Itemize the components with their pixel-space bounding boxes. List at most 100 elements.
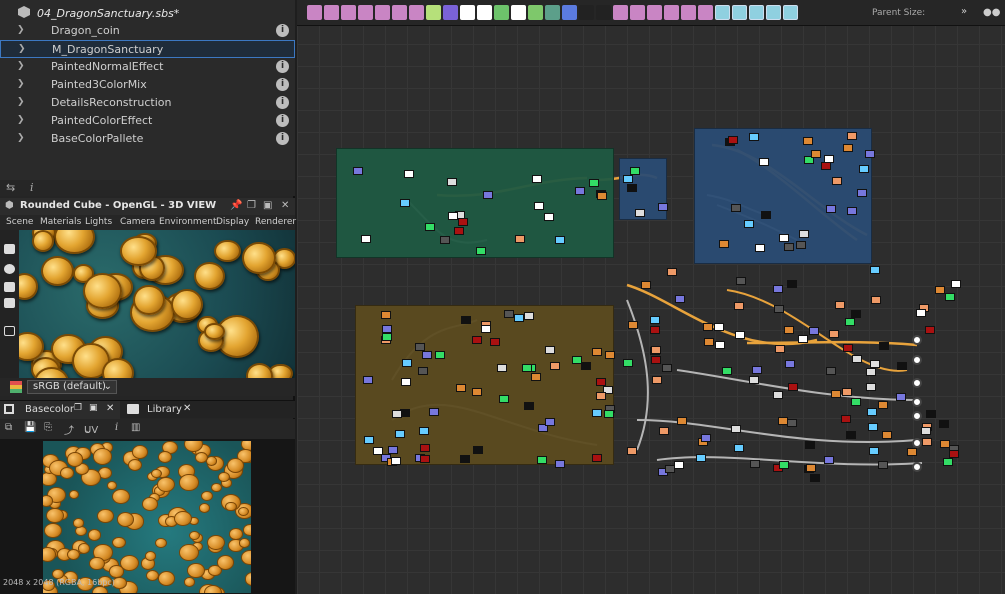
graph-node[interactable] <box>856 189 867 198</box>
graph-node[interactable] <box>920 427 931 436</box>
graph-node[interactable] <box>824 154 835 163</box>
graph-node[interactable] <box>534 202 545 211</box>
graph-node[interactable] <box>428 408 439 417</box>
graph-node[interactable] <box>530 373 541 382</box>
tree-view-icon[interactable]: ⇆ <box>6 181 15 194</box>
graph-node[interactable] <box>779 461 790 470</box>
graph-node[interactable] <box>399 198 410 207</box>
graph-node[interactable] <box>949 450 960 459</box>
graph-node[interactable] <box>481 324 492 333</box>
graph-node[interactable] <box>414 343 425 352</box>
graph-node[interactable] <box>596 392 607 401</box>
graph-node[interactable] <box>425 223 436 232</box>
graph-node[interactable] <box>749 376 760 385</box>
chevron-right-icon[interactable]: ❯ <box>17 115 25 125</box>
graph-node[interactable] <box>498 395 509 404</box>
graph-node[interactable] <box>730 203 741 212</box>
graph-node[interactable] <box>361 234 372 243</box>
graph-editor[interactable]: Parent Size: » ●● <box>297 0 1005 594</box>
graph-node[interactable] <box>783 242 794 251</box>
explorer-item-painted3colormix[interactable]: ❯ Painted3ColorMix i <box>0 76 295 94</box>
graph-node[interactable] <box>783 325 794 334</box>
graph-node[interactable] <box>754 244 765 253</box>
graph-node[interactable] <box>575 186 586 195</box>
explorer-item-dragon-coin[interactable]: ❯ Dragon_coin i <box>0 22 295 40</box>
graph-node[interactable] <box>897 362 908 371</box>
graph-node[interactable] <box>651 376 662 385</box>
graph-node[interactable] <box>939 439 950 448</box>
toolbar-gradient-map-icon[interactable] <box>647 5 662 20</box>
info-icon[interactable]: i <box>276 96 289 109</box>
graph-node[interactable] <box>700 433 711 442</box>
graph-node[interactable] <box>825 367 836 376</box>
graph-node[interactable] <box>878 400 889 409</box>
toolbar-normal-icon[interactable] <box>460 5 475 20</box>
graph-node[interactable] <box>404 169 415 178</box>
menu-environment[interactable]: Environment <box>159 217 216 227</box>
graph-node[interactable] <box>867 422 878 431</box>
package-row[interactable]: 04_DragonSanctuary.sbs* <box>0 4 295 22</box>
output-node[interactable] <box>912 397 922 407</box>
toolbar-warp-icon[interactable] <box>494 5 509 20</box>
graph-node[interactable] <box>719 240 729 249</box>
output-node[interactable] <box>912 462 922 472</box>
toolbar-hsl-icon[interactable] <box>443 5 458 20</box>
graph-node[interactable] <box>596 191 607 200</box>
camera-icon[interactable] <box>4 244 15 254</box>
graph-node[interactable] <box>649 316 660 325</box>
graph-node[interactable] <box>400 377 411 386</box>
graph-node[interactable] <box>877 461 888 470</box>
graph-node[interactable] <box>847 132 858 140</box>
toolbar-value-processor-icon[interactable] <box>630 5 645 20</box>
graph-node[interactable] <box>906 448 917 457</box>
graph-node[interactable] <box>472 335 482 344</box>
graph-node[interactable] <box>592 408 603 417</box>
info-icon[interactable]: i <box>30 181 34 194</box>
graph-node[interactable] <box>381 311 392 320</box>
graph-node[interactable] <box>536 456 547 465</box>
graph-node[interactable] <box>460 315 471 324</box>
histogram-icon[interactable]: ▥ <box>131 422 140 433</box>
graph-node[interactable] <box>809 327 820 336</box>
graph-node[interactable] <box>460 455 471 464</box>
toggle-view-icon[interactable]: ●● <box>983 7 1000 18</box>
graph-node[interactable] <box>453 227 464 236</box>
toolbar-portal-icon[interactable] <box>783 5 798 20</box>
graph-node[interactable] <box>869 446 880 455</box>
toolbar-pixel-processor-icon[interactable] <box>613 5 628 20</box>
2d-viewport[interactable] <box>0 439 295 594</box>
graph-node[interactable] <box>866 382 877 391</box>
environment-icon[interactable] <box>4 282 15 292</box>
3d-viewport[interactable] <box>19 230 295 378</box>
graph-node[interactable] <box>722 366 733 375</box>
graph-node[interactable] <box>825 204 836 213</box>
graph-node[interactable] <box>381 332 392 341</box>
chevron-right-icon[interactable]: ❯ <box>17 97 25 107</box>
explorer-item-paintedcoloreffect[interactable]: ❯ PaintedColorEffect i <box>0 112 295 130</box>
graph-node[interactable] <box>703 337 714 346</box>
graph-node[interactable] <box>871 296 882 305</box>
close-icon[interactable]: ✕ <box>106 403 114 414</box>
toolbar-curve-icon[interactable] <box>426 5 441 20</box>
graph-node[interactable] <box>513 313 524 322</box>
graph-node[interactable] <box>591 347 602 356</box>
graph-node[interactable] <box>626 184 637 193</box>
toolbar-output-icon[interactable] <box>732 5 747 20</box>
toolbar-gradient-icon[interactable] <box>409 5 424 20</box>
graph-node[interactable] <box>391 457 402 466</box>
graph-node[interactable] <box>605 351 616 360</box>
toolbar-text-node-icon[interactable] <box>664 5 679 20</box>
graph-node[interactable] <box>544 418 555 427</box>
graph-node[interactable] <box>622 174 633 183</box>
graph-node[interactable] <box>483 191 494 200</box>
info-icon[interactable]: i <box>276 24 289 37</box>
graph-node[interactable] <box>846 430 857 439</box>
graph-node[interactable] <box>515 235 526 244</box>
explorer-item-detailsreconstruction[interactable]: ❯ DetailsReconstruction i <box>0 94 295 112</box>
graph-node[interactable] <box>870 359 881 368</box>
toolbar-histogram-scan-icon[interactable] <box>562 5 577 20</box>
graph-node[interactable] <box>840 415 851 424</box>
toolbar-comment-icon[interactable] <box>698 5 713 20</box>
graph-node[interactable] <box>572 356 583 365</box>
graph-node[interactable] <box>418 366 429 375</box>
